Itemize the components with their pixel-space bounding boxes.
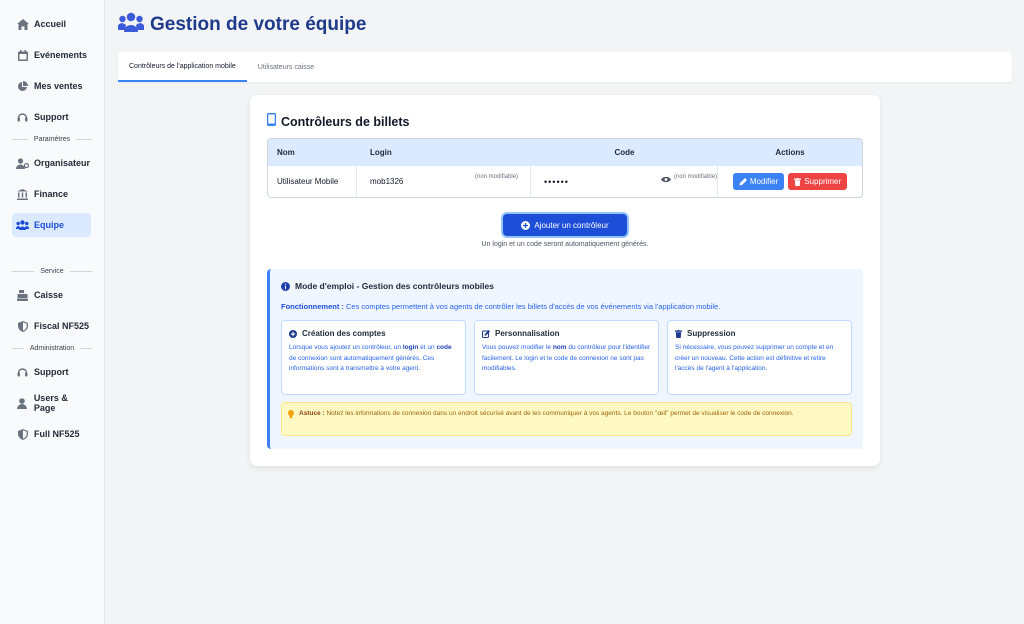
sidebar-item-evenements[interactable]: Evénements [12, 43, 91, 67]
help-block-personnalisation: Personnalisation Vous pouvez modifier le… [474, 320, 659, 395]
team-icon [117, 12, 145, 37]
edit-button[interactable]: Modifier [732, 173, 785, 190]
sidebar-item-admin-support[interactable]: Support [12, 360, 91, 384]
help-block-creation: Création des comptes Lorsque vous ajoute… [281, 320, 466, 395]
sidebar-item-label: Full NF525 [34, 429, 80, 439]
sidebar-item-label: Fiscal NF525 [34, 321, 90, 331]
headset-icon [16, 366, 29, 379]
tab-controleurs[interactable]: Contrôleurs de l'application mobile [118, 52, 247, 82]
sidebar-item-accueil[interactable]: Accueil [12, 12, 91, 36]
section-label-parametres: Paramètres [12, 136, 92, 143]
controllers-table: Nom Login Code Actions Utilisateur Mobil… [267, 138, 863, 198]
cell-code: •••••• (non modifiable) [531, 166, 718, 197]
section-label-administration: Administration [12, 345, 92, 352]
shield-icon [16, 428, 29, 441]
sidebar-item-organisateur[interactable]: Organisateur [12, 151, 91, 175]
info-icon [281, 281, 290, 291]
help-panel: Mode d'emploi - Gestion des contrôleurs … [267, 269, 863, 449]
sidebar-item-label: Evénements [34, 50, 88, 60]
sidebar-item-caisse[interactable]: Caisse [12, 283, 91, 307]
help-block-suppression: Suppression Si nécessaire, vous pouvez s… [667, 320, 852, 395]
sidebar: Accueil Evénements Mes ventes Support Pa… [0, 0, 105, 624]
cell-actions: Modifier Supprimer [718, 166, 862, 197]
col-header-nom: Nom [277, 148, 295, 157]
help-title: Mode d'emploi - Gestion des contrôleurs … [281, 281, 494, 291]
shield-icon [16, 320, 29, 333]
user-icon [16, 397, 29, 410]
sidebar-item-label: Accueil [34, 19, 67, 29]
page-title: Gestion de votre équipe [150, 13, 367, 35]
controllers-card: Contrôleurs de billets Nom Login Code Ac… [250, 95, 880, 466]
tab-bar: Contrôleurs de l'application mobile Util… [118, 52, 1012, 82]
sidebar-item-label: Finance [34, 189, 69, 199]
edit-icon [482, 329, 490, 338]
headset-icon [16, 111, 29, 124]
code-value: •••••• [544, 176, 569, 187]
sidebar-item-equipe[interactable]: Equipe [12, 213, 91, 237]
col-header-login: Login [370, 148, 392, 157]
add-controller-button[interactable]: Ajouter un contrôleur [503, 214, 627, 236]
help-description: Fonctionnement : Ces comptes permettent … [281, 302, 721, 311]
sidebar-item-fiscal-nf525[interactable]: Fiscal NF525 [12, 314, 91, 338]
lightbulb-icon [288, 410, 294, 422]
eye-icon[interactable] [661, 176, 671, 185]
col-header-code: Code [614, 148, 635, 157]
team-icon [16, 219, 29, 232]
add-hint-text: Un login et un code seront automatiqueme… [481, 241, 649, 248]
sidebar-item-label: Support [34, 367, 69, 377]
user-gear-icon [16, 157, 29, 170]
sidebar-item-full-nf525[interactable]: Full NF525 [12, 422, 91, 446]
delete-button[interactable]: Supprimer [788, 173, 848, 190]
cell-login: mob1326 (non modifiable) [357, 166, 531, 197]
tab-utilisateurs-caisse[interactable]: Utilisateurs caisse [247, 52, 325, 82]
cell-nom: Utilisateur Mobile [268, 166, 357, 197]
trash-icon [794, 177, 802, 186]
sidebar-item-label: Organisateur [34, 158, 91, 168]
pencil-icon [739, 177, 747, 185]
sidebar-item-label: Users & Page [33, 393, 68, 413]
trash-icon [675, 329, 682, 338]
tip-box: Astuce : Notez les informations de conne… [281, 402, 852, 436]
calendar-icon [16, 49, 29, 62]
sidebar-item-mes-ventes[interactable]: Mes ventes [12, 74, 91, 98]
mobile-icon [267, 113, 276, 131]
sidebar-item-support[interactable]: Support [12, 105, 91, 129]
table-header: Nom Login Code Actions [268, 139, 862, 166]
sidebar-item-label: Equipe [34, 220, 65, 230]
home-icon [16, 18, 29, 31]
sidebar-item-label: Mes ventes [34, 81, 83, 91]
code-note: (non modifiable) [674, 174, 718, 180]
card-header: Contrôleurs de billets [267, 113, 410, 131]
login-value: mob1326 [370, 177, 404, 186]
bank-icon [16, 188, 29, 201]
pie-chart-icon [16, 80, 29, 93]
sidebar-item-finance[interactable]: Finance [12, 182, 91, 206]
sidebar-item-label: Caisse [34, 290, 64, 300]
plus-circle-icon [521, 220, 531, 230]
login-note: (non modifiable) [475, 174, 519, 180]
col-header-actions: Actions [775, 148, 805, 157]
table-row: Utilisateur Mobile mob1326 (non modifiab… [268, 166, 862, 197]
plus-circle-icon [289, 329, 297, 338]
page-header: Gestion de votre équipe [117, 12, 367, 37]
cash-register-icon [16, 289, 29, 302]
sidebar-item-users-page[interactable]: Users & Page [12, 391, 91, 415]
sidebar-item-label: Support [34, 112, 69, 122]
card-title: Contrôleurs de billets [281, 115, 410, 129]
section-label-service: Service [12, 268, 92, 275]
